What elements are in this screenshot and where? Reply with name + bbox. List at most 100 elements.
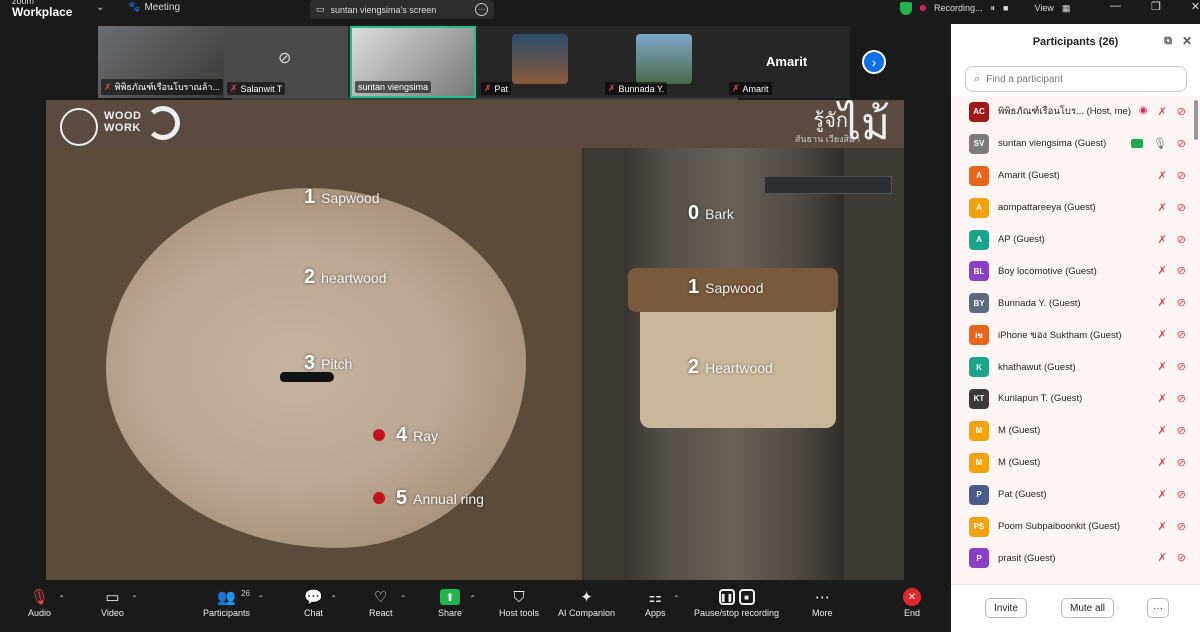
apps-button[interactable]: ⚏ Apps ⌃: [645, 586, 680, 618]
participant-row[interactable]: BY Bunnada Y. (Guest) ✗ ⊘: [951, 287, 1200, 319]
camera-off-icon[interactable]: ⊘: [1177, 137, 1186, 150]
react-button[interactable]: ♡ React ⌃: [369, 586, 407, 618]
close-icon[interactable]: ✕: [1182, 34, 1192, 48]
participant-row[interactable]: Pprasit (Guest) ✗ ⊘: [951, 542, 1200, 574]
camera-off-icon[interactable]: ⊘: [1177, 424, 1186, 437]
minimize-icon[interactable]: —: [1110, 0, 1121, 13]
participant-row[interactable]: BL Boy locomotive (Guest) ✗ ⊘: [951, 255, 1200, 287]
close-window-icon[interactable]: ✕: [1191, 0, 1200, 13]
camera-off-icon[interactable]: ⊘: [1177, 328, 1186, 341]
camera-off-icon[interactable]: ⊘: [1177, 105, 1186, 118]
mic-muted-icon[interactable]: ✗: [1158, 201, 1167, 214]
mic-muted-icon[interactable]: 🎙: [1153, 137, 1167, 150]
scrollbar[interactable]: [1194, 100, 1198, 140]
thumbnail-bunnada[interactable]: ✗ Bunnada Y.: [602, 26, 726, 98]
screen-icon: ▭: [316, 4, 325, 14]
camera-off-icon[interactable]: ⊘: [1177, 488, 1186, 501]
mic-muted-icon[interactable]: ✗: [1158, 551, 1167, 564]
participant-row[interactable]: A Amarit (Guest) ✗ ⊘: [951, 160, 1200, 192]
participant-row[interactable]: PS Poom Subpaiboonkit (Guest) ✗ ⊘: [951, 511, 1200, 543]
participant-row[interactable]: A AP (Guest) ✗ ⊘: [951, 224, 1200, 256]
chevron-up-icon[interactable]: ⌃: [257, 594, 264, 603]
mic-muted-icon[interactable]: ✗: [1158, 392, 1167, 405]
more-options-icon[interactable]: ···: [475, 3, 488, 16]
chevron-up-icon[interactable]: ⌃: [58, 594, 65, 603]
pop-out-icon[interactable]: ⧉: [1164, 35, 1172, 48]
chevron-up-icon[interactable]: ⌃: [400, 594, 407, 603]
chevron-up-icon[interactable]: ⌃: [673, 594, 680, 603]
host-tools-button[interactable]: ⛉ Host tools: [499, 586, 539, 619]
thumbnail-host[interactable]: ✗ พิพิธภัณฑ์เรือนโบราณล้า...: [98, 26, 224, 98]
participants-label: Participants: [203, 608, 251, 618]
participant-row[interactable]: MM (Guest) ✗ ⊘: [951, 415, 1200, 447]
video-button[interactable]: ▭ Video ⌃: [101, 586, 138, 618]
grid-icon[interactable]: ▦: [1062, 3, 1071, 14]
stop-icon: ■: [738, 589, 755, 605]
search-input[interactable]: [986, 73, 1167, 85]
audio-button[interactable]: 🎙 Audio ⌃: [28, 586, 65, 618]
participant-row[interactable]: SV suntan viengsima (Guest) 🎙 ⊘: [951, 128, 1200, 160]
participant-row[interactable]: iข iPhone ของ Suktham (Guest) ✗ ⊘: [951, 319, 1200, 351]
camera-off-icon[interactable]: ⊘: [1177, 392, 1186, 405]
camera-off-icon[interactable]: ⊘: [1177, 456, 1186, 469]
mute-all-button[interactable]: Mute all: [1061, 598, 1115, 618]
share-button[interactable]: ⬆ Share ⌃: [438, 586, 476, 618]
participant-row[interactable]: AC พิพิธภัณฑ์เรือนโบร... (Host, me) ◉ ✗ ⊘: [951, 96, 1200, 128]
camera-off-icon[interactable]: ⊘: [1177, 201, 1186, 214]
meeting-label[interactable]: 🐾 Meeting: [128, 2, 180, 13]
participant-row[interactable]: MM (Guest) ✗ ⊘: [951, 447, 1200, 479]
more-button[interactable]: ···: [1147, 598, 1169, 618]
more-button[interactable]: ⋯ More: [812, 586, 833, 618]
mic-muted-icon[interactable]: ✗: [1158, 169, 1167, 182]
ai-companion-button[interactable]: ✦ AI Companion: [558, 586, 615, 618]
chevron-up-icon[interactable]: ⌃: [330, 594, 337, 603]
thumbnail-suntan-active[interactable]: suntan viengsima: [350, 26, 476, 98]
participant-row[interactable]: Kkhathawut (Guest) ✗ ⊘: [951, 351, 1200, 383]
chevron-down-icon[interactable]: ⌄: [96, 2, 104, 13]
mic-muted-icon[interactable]: ✗: [1158, 360, 1167, 373]
participant-row[interactable]: P Pat (Guest) ✗ ⊘: [951, 479, 1200, 511]
camera-off-icon[interactable]: ⊘: [1177, 551, 1186, 564]
end-button[interactable]: ✕ End: [903, 586, 921, 618]
restore-icon[interactable]: ❐: [1151, 0, 1161, 13]
chat-button[interactable]: 💬 Chat ⌃: [304, 586, 337, 618]
mic-muted-icon[interactable]: ✗: [1158, 264, 1167, 277]
screen-share-pill[interactable]: ▭ suntan viengsima's screen ···: [310, 0, 494, 19]
shield-icon: ⛉: [513, 588, 525, 606]
mic-muted-icon[interactable]: ✗: [1158, 296, 1167, 309]
view-button[interactable]: View: [1034, 3, 1053, 13]
mic-muted-icon[interactable]: ✗: [1158, 456, 1167, 469]
participant-search[interactable]: ⌕: [965, 66, 1187, 92]
mic-muted-icon[interactable]: ✗: [1158, 105, 1167, 118]
camera-off-icon[interactable]: ⊘: [1177, 296, 1186, 309]
mic-muted-icon[interactable]: ✗: [1158, 328, 1167, 341]
mic-muted-icon: ✗: [608, 83, 616, 93]
mic-muted-icon[interactable]: ✗: [1158, 520, 1167, 533]
next-page-button[interactable]: ›: [862, 50, 886, 74]
thumbnail-pat[interactable]: ✗ Pat: [478, 26, 602, 98]
camera-off-icon[interactable]: ⊘: [1177, 233, 1186, 246]
mic-muted-icon[interactable]: ✗: [1158, 233, 1167, 246]
participant-row[interactable]: Aaompattareeya (Guest) ✗ ⊘: [951, 192, 1200, 224]
mic-muted-icon[interactable]: ✗: [1158, 424, 1167, 437]
participants-icon: 👥: [217, 589, 236, 606]
stop-icon[interactable]: ■: [1003, 3, 1008, 13]
mic-muted-icon: ✗: [484, 83, 492, 93]
camera-off-icon[interactable]: ⊘: [1177, 360, 1186, 373]
chevron-up-icon[interactable]: ⌃: [131, 594, 138, 603]
avatar: A: [969, 229, 989, 250]
chevron-up-icon[interactable]: ⌃: [469, 594, 476, 603]
thumbnail-salanwit[interactable]: ⊘ ✗ Salanwit T: [224, 26, 348, 98]
mic-muted-icon[interactable]: ✗: [1158, 488, 1167, 501]
pause-icon[interactable]: ⏸: [991, 3, 996, 14]
thumbnail-amarit[interactable]: Amarit ✗ Amarit: [726, 26, 850, 98]
camera-off-icon[interactable]: ⊘: [1177, 264, 1186, 277]
participant-row[interactable]: KT Kunlapun T. (Guest) ✗ ⊘: [951, 383, 1200, 415]
pause-stop-recording-button[interactable]: ❚❚ ■ Pause/stop recording: [694, 586, 779, 618]
react-label: React: [369, 608, 393, 618]
camera-off-icon[interactable]: ⊘: [1177, 520, 1186, 533]
camera-off-icon: ⊘: [278, 50, 292, 67]
invite-button[interactable]: Invite: [985, 598, 1027, 618]
participants-button[interactable]: 👥 Participants 26 ⌃: [203, 586, 264, 618]
camera-off-icon[interactable]: ⊘: [1177, 169, 1186, 182]
